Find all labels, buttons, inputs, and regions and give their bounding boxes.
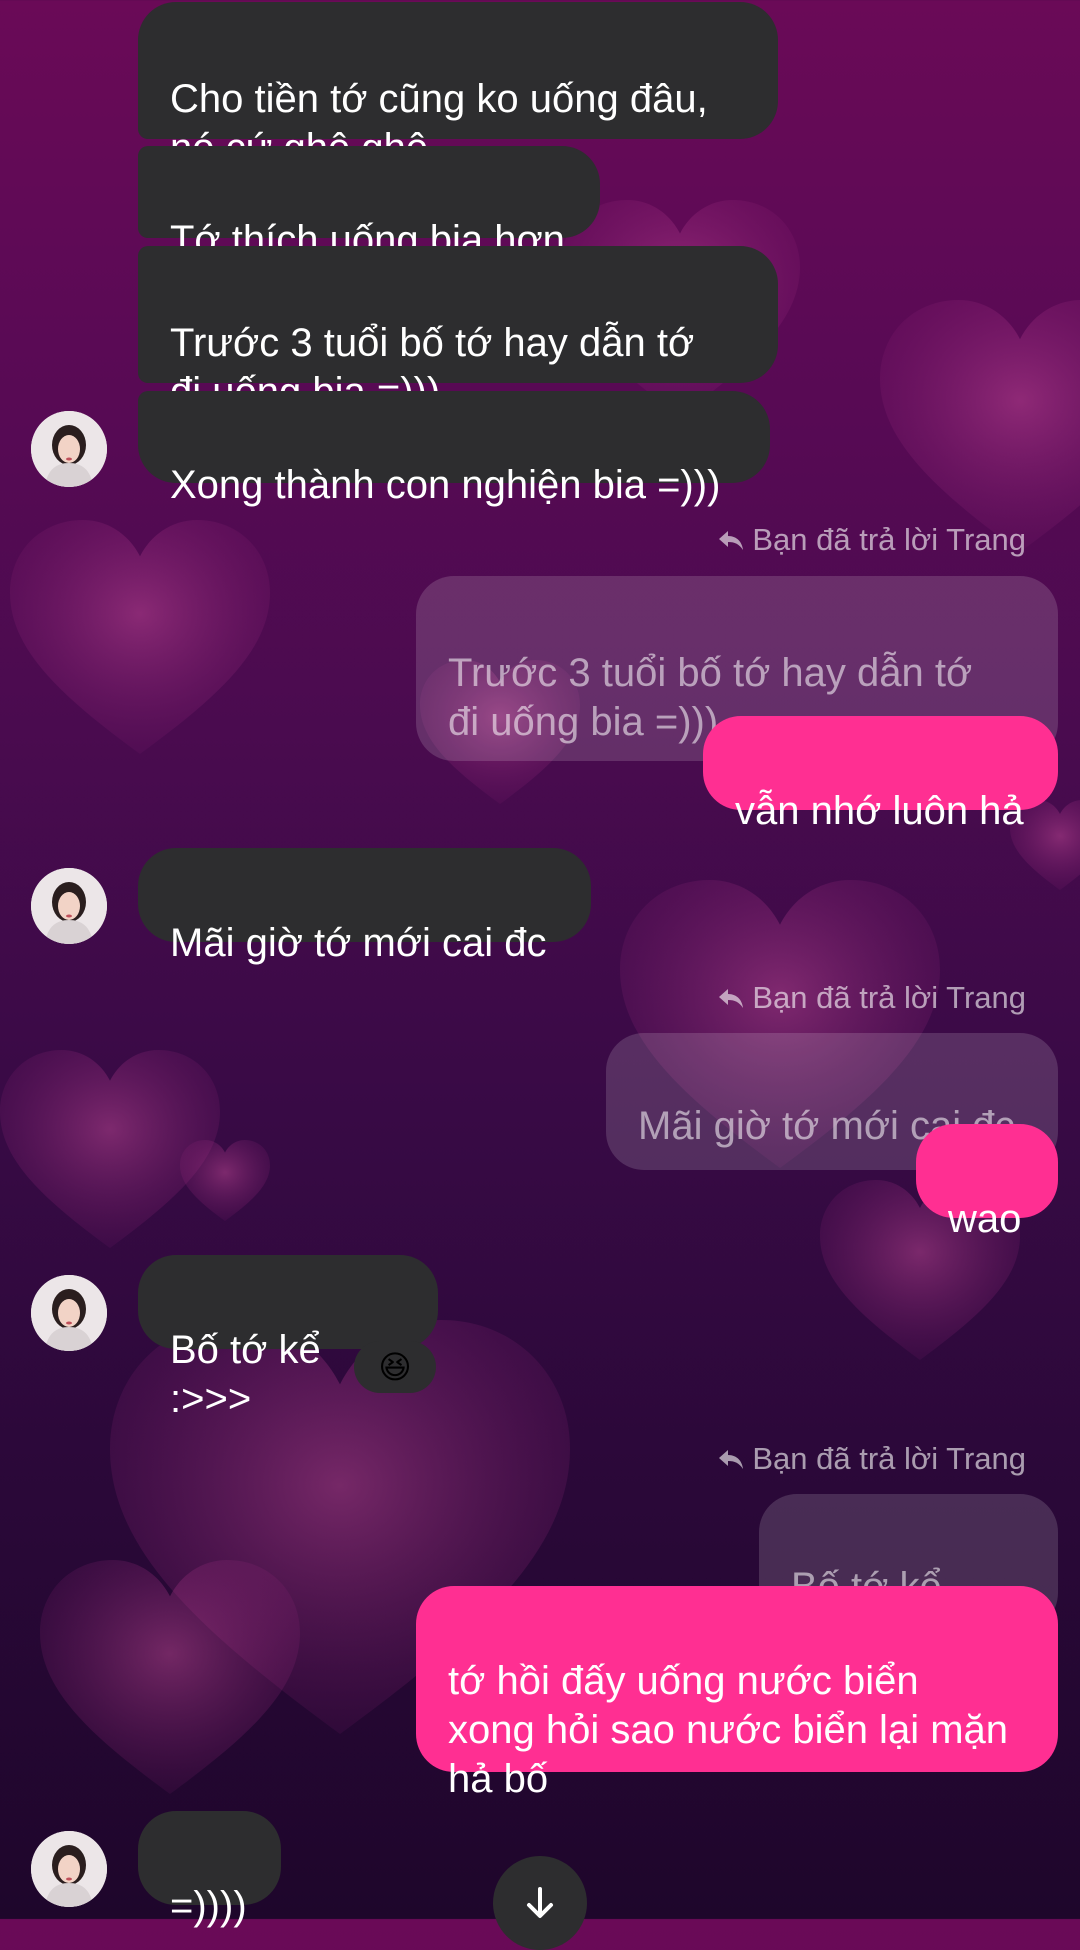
reply-indicator: Bạn đã trả lời Trang [718,1441,1026,1477]
message-text: wao [948,1197,1022,1241]
incoming-message[interactable]: Trước 3 tuổi bố tớ hay dẫn tớ đi uống bi… [138,246,778,414]
outgoing-message[interactable]: wao [916,1124,1058,1241]
avatar-photo [31,411,107,487]
avatar-photo [31,1275,107,1351]
message-text: vẫn nhớ luôn hả [735,789,1024,833]
avatar-photo [31,1831,107,1907]
message-thread: Cho tiền tớ cũng ko uống đâu, nó cứ ghê … [0,0,1080,1950]
scroll-to-bottom-button[interactable] [493,1856,587,1950]
laughing-emoji-icon: 😆 [378,1349,412,1385]
message-text: Xong thành con nghiện bia =))) [170,463,721,507]
outgoing-message[interactable]: vẫn nhớ luôn hả [703,716,1058,833]
message-text: Bố tớ kể :>>> [170,1328,321,1421]
incoming-message[interactable]: Mãi giờ tớ mới cai đc [138,848,591,965]
message-text: Mãi giờ tớ mới cai đc [170,921,547,965]
reply-indicator-text: Bạn đã trả lời Trang [752,980,1026,1015]
outgoing-message[interactable]: tớ hồi đấy uống nước biển xong hỏi sao n… [416,1586,1058,1801]
reply-arrow-icon [719,1450,744,1469]
contact-avatar[interactable] [31,1275,107,1351]
reply-indicator-text: Bạn đã trả lời Trang [752,522,1026,557]
incoming-message[interactable]: Xong thành con nghiện bia =))) [138,391,770,507]
message-reaction[interactable]: 😆 [354,1341,436,1393]
contact-avatar[interactable] [31,1831,107,1907]
reply-indicator: Bạn đã trả lời Trang [718,980,1026,1016]
reply-indicator-text: Bạn đã trả lời Trang [752,1441,1026,1476]
arrow-down-icon [527,1887,553,1918]
reply-arrow-icon [719,531,744,550]
message-text: =)))) [170,1884,247,1928]
contact-avatar[interactable] [31,411,107,487]
reply-arrow-icon [719,989,744,1008]
reply-indicator: Bạn đã trả lời Trang [718,522,1026,558]
incoming-message[interactable]: Cho tiền tớ cũng ko uống đâu, nó cứ ghê … [138,2,778,170]
incoming-message[interactable]: =)))) [138,1811,281,1928]
incoming-message[interactable]: Tớ thích uống bia hơn [138,146,600,262]
message-text: tớ hồi đấy uống nước biển xong hỏi sao n… [448,1659,1008,1801]
incoming-message[interactable]: Bố tớ kể :>>> [138,1255,438,1421]
contact-avatar[interactable] [31,868,107,944]
avatar-photo [31,868,107,944]
